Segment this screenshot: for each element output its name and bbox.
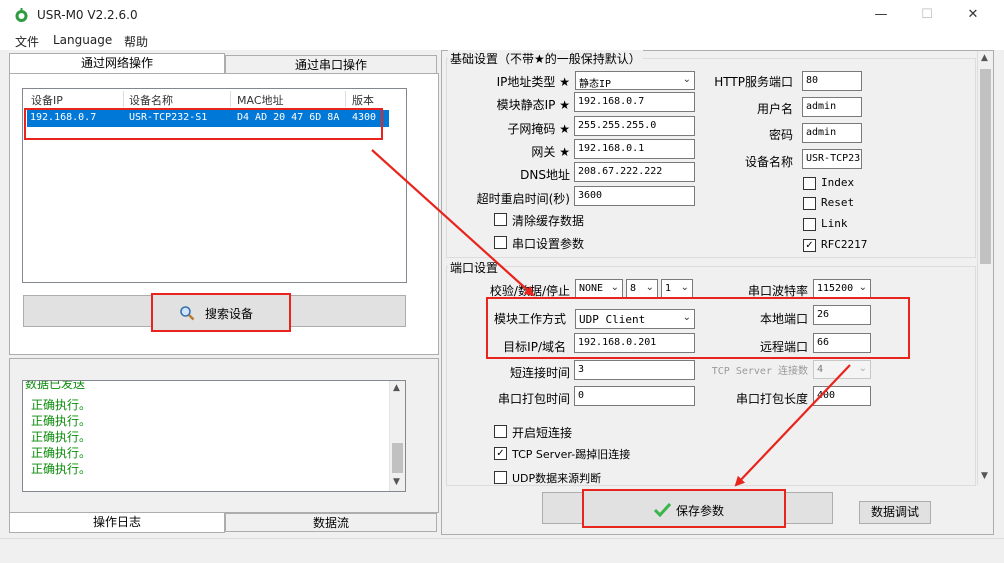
arrow-to-save-button xyxy=(734,364,851,487)
status-bar xyxy=(0,538,1004,563)
annotation-arrows xyxy=(371,149,851,487)
arrow-to-port-settings xyxy=(371,149,535,297)
app-window: USR-M0 V2.2.6.0 — ☐ ✕ 文件 Language 帮助 通过网… xyxy=(0,0,1004,563)
